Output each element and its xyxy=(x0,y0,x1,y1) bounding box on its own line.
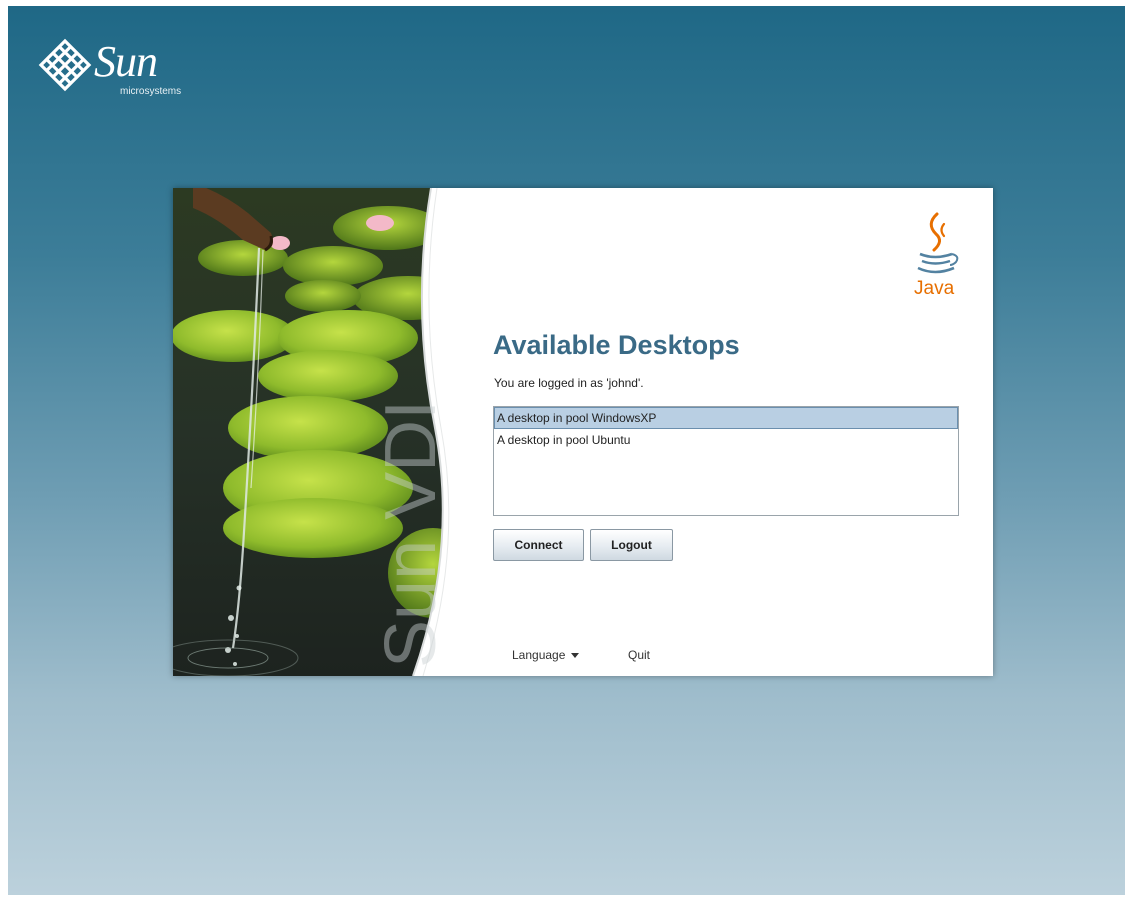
desktop-list-item[interactable]: A desktop in pool WindowsXP xyxy=(494,407,958,429)
lily-pad-photo: Sun VDI xyxy=(173,188,468,676)
language-label: Language xyxy=(512,648,566,662)
desktop-selection-dialog: Sun VDI Java Available Desktops You are … xyxy=(173,188,993,676)
logout-button[interactable]: Logout xyxy=(590,529,673,561)
page-title: Available Desktops xyxy=(493,330,740,360)
sun-logo-icon xyxy=(38,38,92,92)
connect-button[interactable]: Connect xyxy=(493,529,584,561)
sun-logo: Sun microsystems xyxy=(38,34,208,104)
login-status: You are logged in as 'johnd'. xyxy=(494,376,644,390)
sun-subtitle: microsystems xyxy=(120,86,182,97)
language-menu[interactable]: Language xyxy=(512,648,580,662)
vdi-watermark-text: Sun VDI xyxy=(371,400,451,668)
java-wordmark: Java xyxy=(914,278,955,299)
desktop-list-item[interactable]: A desktop in pool Ubuntu xyxy=(494,429,958,451)
quit-link[interactable]: Quit xyxy=(628,648,650,662)
java-logo-icon: Java xyxy=(914,212,959,299)
screen-background: Sun microsystems Sun VDI Java Available … xyxy=(8,6,1125,895)
desktop-list[interactable]: A desktop in pool WindowsXP A desktop in… xyxy=(493,406,959,516)
chevron-down-icon xyxy=(571,653,580,659)
sun-wordmark: Sun xyxy=(94,37,158,86)
